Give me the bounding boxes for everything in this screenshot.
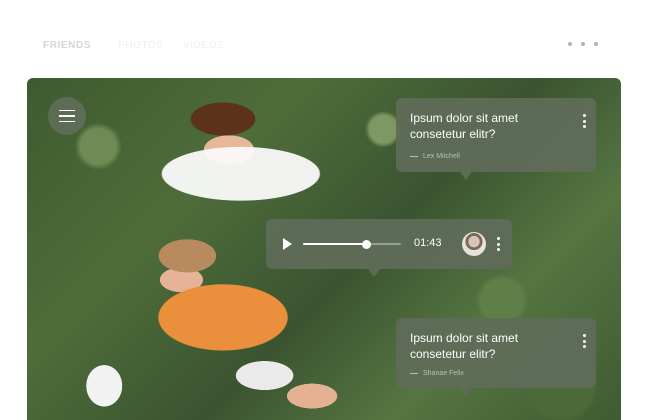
tab-videos[interactable]: VIDEOS (183, 40, 224, 51)
audio-progress-fill (303, 243, 366, 245)
message-bubble: Ipsum dolor sit amet consetetur elitr? L… (396, 98, 596, 180)
audio-message: 01:43 (266, 219, 512, 277)
message-text: Ipsum dolor sit amet consetetur elitr? (410, 111, 519, 141)
tab-photos[interactable]: PHOTOS (118, 40, 164, 51)
audio-progress-track[interactable] (303, 240, 401, 249)
avatar[interactable] (462, 232, 486, 256)
message-author: Shanae Felix (410, 370, 464, 377)
hamburger-menu-icon[interactable] (48, 97, 86, 135)
message-author: Lex Mitchell (410, 153, 460, 160)
tab-friends[interactable]: FRIENDS (43, 40, 91, 51)
message-bubble: Ipsum dolor sit amet consetetur elitr? S… (396, 318, 596, 396)
message-text: Ipsum dolor sit amet consetetur elitr? (410, 331, 519, 361)
more-vertical-icon[interactable] (582, 334, 586, 348)
audio-time: 01:43 (414, 237, 442, 249)
more-vertical-icon[interactable] (582, 114, 586, 128)
top-navigation: FRIENDS PHOTOS VIDEOS (0, 0, 650, 80)
more-horizontal-icon[interactable] (568, 40, 598, 48)
play-icon[interactable] (283, 238, 292, 250)
audio-progress-handle[interactable] (361, 240, 371, 249)
more-vertical-icon[interactable] (496, 237, 500, 251)
